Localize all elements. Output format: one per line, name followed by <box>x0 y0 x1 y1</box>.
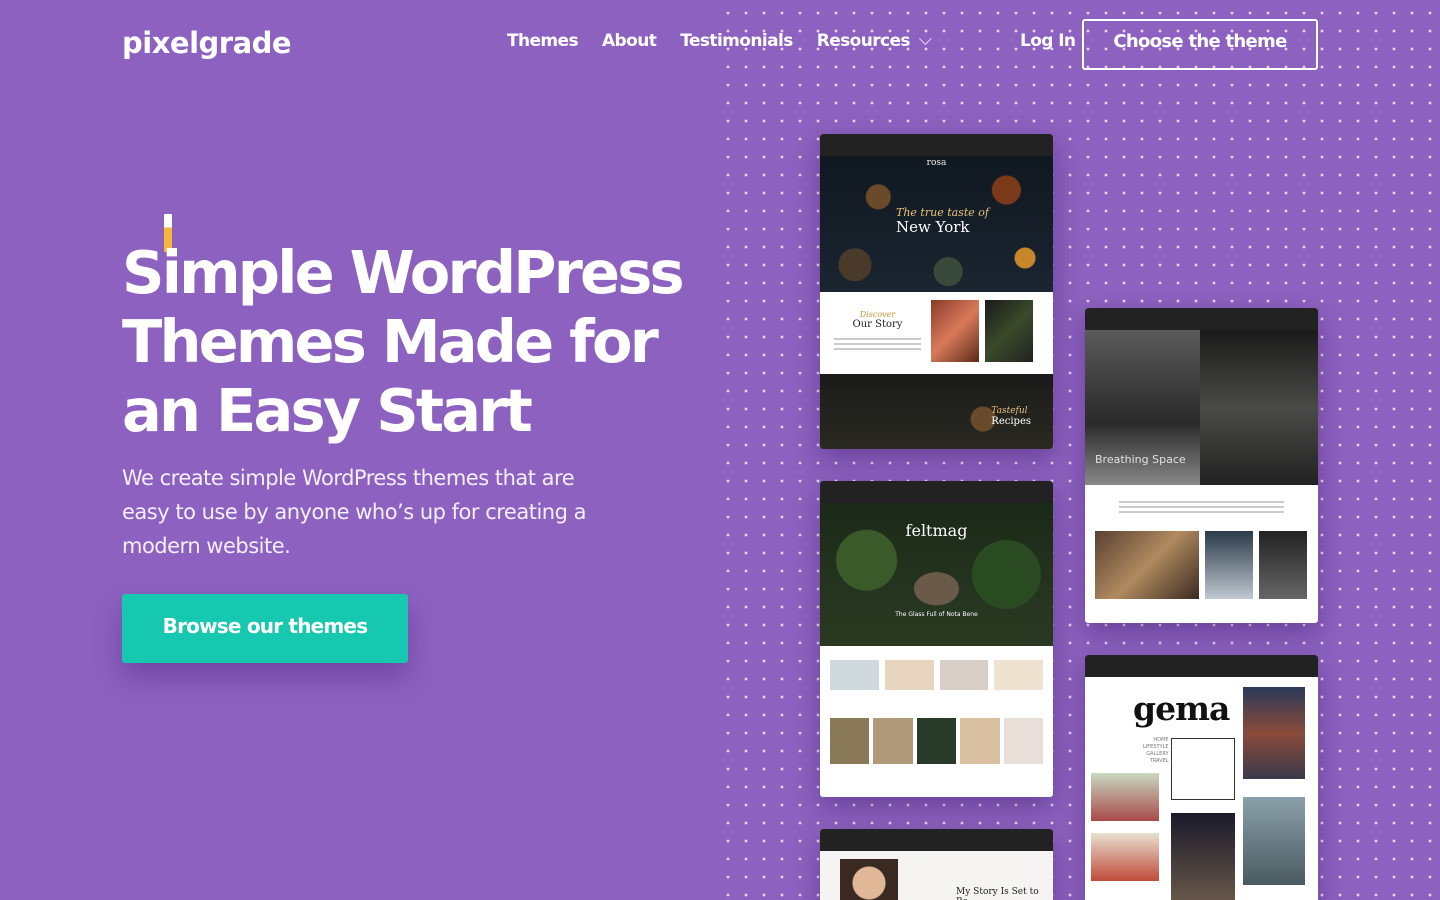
preview-headline-text: New York <box>896 218 970 236</box>
preview-title: My Story Is Set to Be <box>956 887 1039 900</box>
preview-thumb <box>830 660 879 690</box>
preview-photo-row <box>1085 531 1318 599</box>
preview-text-lines <box>1115 501 1288 513</box>
preview-photo <box>985 300 1033 362</box>
preview-story-section: Discover Our Story <box>820 292 1053 374</box>
preview-thumb <box>1259 531 1307 599</box>
nav-resources[interactable]: Resources <box>816 31 932 51</box>
hero-title: Simple WordPress Themes Made for an Easy… <box>122 238 685 445</box>
preview-thumb <box>1171 813 1235 900</box>
preview-thumb <box>1205 531 1253 599</box>
preview-thumb <box>1091 833 1159 881</box>
preview-headline: The true taste of New York <box>896 206 989 236</box>
preview-recipes-label: Tasteful Recipes <box>991 406 1031 427</box>
preview-photo <box>840 859 898 900</box>
choose-theme-button[interactable]: Choose the theme <box>1082 19 1318 70</box>
preview-recipes-script: Tasteful <box>991 406 1028 416</box>
hero-subtitle: We create simple WordPress themes that a… <box>122 466 586 558</box>
preview-post-grid <box>820 646 1053 696</box>
preview-thumb <box>994 660 1043 690</box>
theme-preview-gema[interactable]: gema HOME LIFESTYLE GALLERY TRAVEL <box>1085 655 1318 900</box>
nav-themes[interactable]: Themes <box>507 31 579 51</box>
preview-thumb <box>830 718 870 764</box>
preview-thumb <box>939 660 989 690</box>
preview-recipes-section: Tasteful Recipes <box>820 374 1053 449</box>
preview-story-text: Discover Our Story <box>830 300 925 366</box>
preview-menu: HOME LIFESTYLE GALLERY TRAVEL <box>1143 737 1169 764</box>
preview-hero: Breathing Space <box>1085 330 1318 485</box>
preview-topbar <box>1085 308 1318 330</box>
preview-topbar <box>1085 655 1318 677</box>
logo[interactable]: pixelgrade <box>122 26 292 60</box>
preview-brand: gema <box>1133 689 1230 728</box>
preview-photo <box>1200 330 1318 485</box>
preview-thumb <box>916 718 957 764</box>
preview-thumb <box>1095 531 1199 599</box>
preview-thumb <box>1091 773 1159 821</box>
nav-resources-label: Resources <box>816 31 911 51</box>
preview-title: Breathing Space <box>1095 453 1186 466</box>
preview-hero: feltmag The Glass Full of Nota Bene <box>820 503 1053 646</box>
browse-themes-button[interactable]: Browse our themes <box>122 594 408 663</box>
preview-caption: The Glass Full of Nota Bene <box>895 611 978 618</box>
main-nav: Themes About Testimonials Resources <box>507 31 932 51</box>
preview-thumb <box>960 718 1000 764</box>
preview-topbar <box>820 481 1053 503</box>
theme-preview-rosa[interactable]: rosa The true taste of New York Discover… <box>820 134 1053 449</box>
login-link[interactable]: Log In <box>1020 31 1076 51</box>
preview-thumb <box>873 718 913 764</box>
preview-quote <box>1085 485 1318 531</box>
preview-thumb <box>884 660 934 690</box>
preview-thumb <box>1003 718 1044 764</box>
preview-thumb <box>1243 797 1305 885</box>
theme-preview-story[interactable]: My Story Is Set to Be <box>820 829 1053 900</box>
preview-topbar <box>820 829 1053 851</box>
preview-hero: My Story Is Set to Be <box>820 851 1053 900</box>
preview-photo <box>931 300 979 362</box>
preview-gallery <box>820 718 1053 764</box>
theme-preview-breathing-space[interactable]: Breathing Space <box>1085 308 1318 623</box>
nav-about[interactable]: About <box>602 31 657 51</box>
preview-topbar <box>820 134 1053 156</box>
preview-story-script: Discover <box>859 310 896 319</box>
preview-brand: rosa <box>926 158 947 168</box>
nav-testimonials[interactable]: Testimonials <box>680 31 793 51</box>
preview-thumb <box>1243 687 1305 779</box>
preview-story-title: Our Story <box>852 319 903 330</box>
preview-hero: rosa The true taste of New York <box>820 156 1053 292</box>
preview-newsletter-box <box>1171 738 1235 800</box>
preview-recipes-title: Recipes <box>991 416 1031 427</box>
preview-brand: feltmag <box>905 521 968 540</box>
theme-preview-felt[interactable]: feltmag The Glass Full of Nota Bene <box>820 481 1053 797</box>
preview-text-lines <box>830 338 925 350</box>
